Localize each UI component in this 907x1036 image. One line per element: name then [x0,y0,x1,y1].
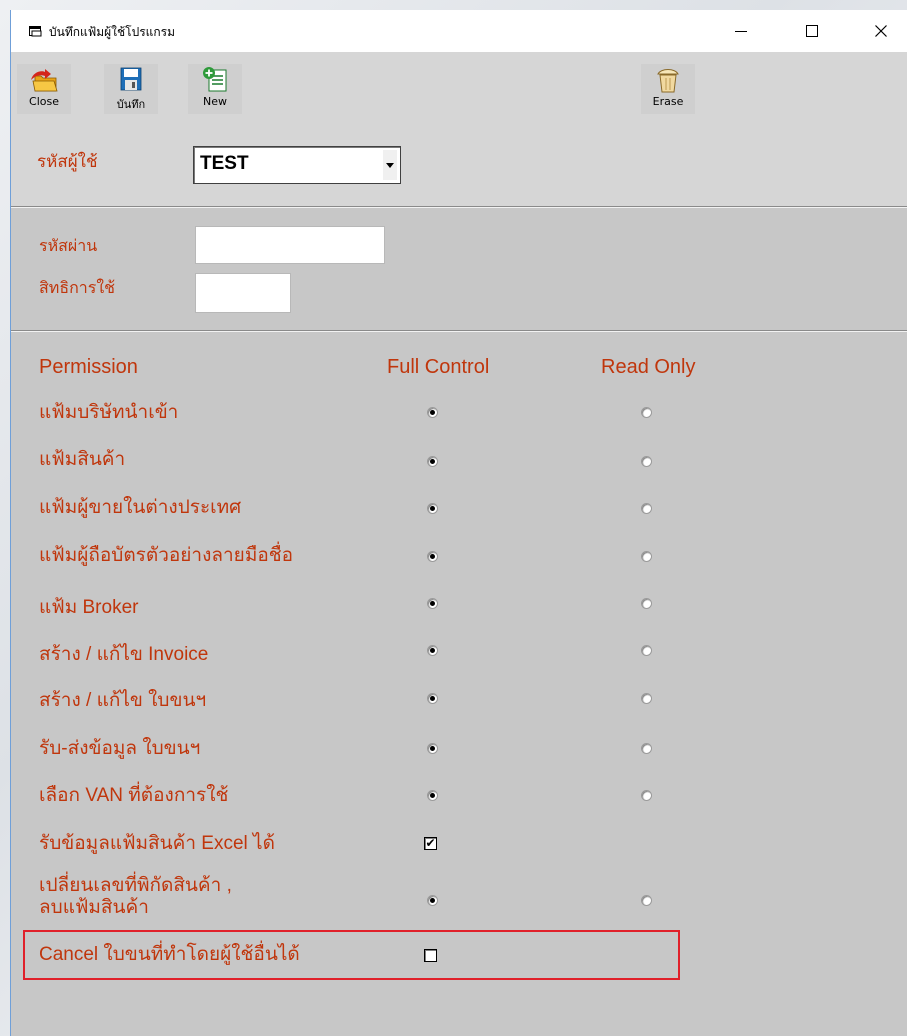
read-only-radio[interactable] [641,551,652,562]
open-folder-arrow-icon [31,69,58,92]
read-only-radio[interactable] [641,645,652,656]
permission-row-label: สร้าง / แก้ไข Invoice [39,644,209,665]
read-only-radio[interactable] [641,790,652,801]
permission-row-label: สร้าง / แก้ไข ใบขนฯ [39,690,207,711]
save-button[interactable]: บันทึก [104,64,158,114]
permission-row-label-line2: ลบแฟ้มสินค้า [39,897,149,918]
read-only-column-header: Read Only [601,356,696,378]
full-control-radio[interactable] [427,503,438,514]
read-only-radio[interactable] [641,743,652,754]
close-window-button[interactable] [858,10,904,52]
rights-label: สิทธิการใช้ [39,278,116,297]
full-control-radio[interactable] [427,693,438,704]
maximize-icon [806,25,818,37]
permission-row-label: แฟ้มผู้ขายในต่างประเทศ [39,497,242,518]
full-control-radio[interactable] [427,790,438,801]
read-only-radio[interactable] [641,503,652,514]
user-id-dropdown[interactable]: TEST [193,146,401,184]
new-button[interactable]: New [188,64,242,114]
erase-button[interactable]: Erase [641,64,695,114]
permission-row-label: เลือก VAN ที่ต้องการใช้ [39,785,229,806]
full-control-column-header: Full Control [387,356,490,378]
read-only-radio[interactable] [641,407,652,418]
user-id-value: TEST [200,153,249,174]
full-control-radio[interactable] [427,551,438,562]
full-control-radio[interactable] [427,598,438,609]
cancel-others-checkbox[interactable] [424,949,437,962]
title-bar: บันทึกแฟ้มผู้ใช้โปรแกรม [11,10,907,52]
read-only-radio[interactable] [641,456,652,467]
permission-row-label: รับ-ส่งข้อมูล ใบขนฯ [39,738,201,759]
permission-column-header: Permission [39,356,138,378]
permission-row-label: แฟ้มบริษัทนำเข้า [39,402,179,423]
chevron-down-icon [386,162,394,168]
close-form-button[interactable]: Close [17,64,71,114]
form-icon [29,26,42,37]
close-icon [875,25,887,37]
permission-row-label: Cancel ใบขนที่ทำโดยผู้ใช้อื่นได้ [39,944,300,965]
new-label: New [203,95,227,108]
save-label: บันทึก [116,98,146,111]
password-input[interactable] [195,226,385,264]
excel-import-checkbox[interactable]: ✔ [424,837,437,850]
password-label: รหัสผ่าน [39,236,98,255]
minimize-icon [735,30,747,32]
read-only-radio[interactable] [641,693,652,704]
read-only-radio[interactable] [641,598,652,609]
permission-row-label: แฟ้ม Broker [39,597,139,618]
toolbar: Close บันทึก New Erase [11,52,907,128]
permission-row-label: รับข้อมูลแฟ้มสินค้า Excel ได้ [39,833,275,854]
app-window: บันทึกแฟ้มผู้ใช้โปรแกรม Close บันทึก New… [10,10,907,1036]
permissions-panel: Permission Full Control Read Only แฟ้มบร… [11,332,907,1036]
permission-row-label-line1: เปลี่ยนเลขที่พิกัดสินค้า , [39,875,232,896]
full-control-radio[interactable] [427,895,438,906]
close-form-label: Close [29,95,59,108]
rights-input[interactable] [195,273,291,313]
trash-bin-icon [657,69,679,93]
user-selector-row: รหัสผู้ใช้ TEST [11,128,907,206]
window-title: บันทึกแฟ้มผู้ใช้โปรแกรม [49,25,176,39]
floppy-disk-icon [120,67,142,91]
new-document-icon [203,67,227,92]
full-control-radio[interactable] [427,407,438,418]
user-id-label: รหัสผู้ใช้ [37,152,98,172]
credentials-panel: รหัสผ่าน สิทธิการใช้ [11,208,907,330]
dropdown-arrow-button[interactable] [383,150,397,180]
full-control-radio[interactable] [427,645,438,656]
read-only-radio[interactable] [641,895,652,906]
erase-label: Erase [652,95,684,108]
permission-row-label: แฟ้มผู้ถือบัตรตัวอย่างลายมือชื่อ [39,545,294,566]
full-control-radio[interactable] [427,456,438,467]
full-control-radio[interactable] [427,743,438,754]
permission-row-label: แฟ้มสินค้า [39,449,126,470]
minimize-button[interactable] [718,10,764,52]
maximize-button[interactable] [789,10,835,52]
